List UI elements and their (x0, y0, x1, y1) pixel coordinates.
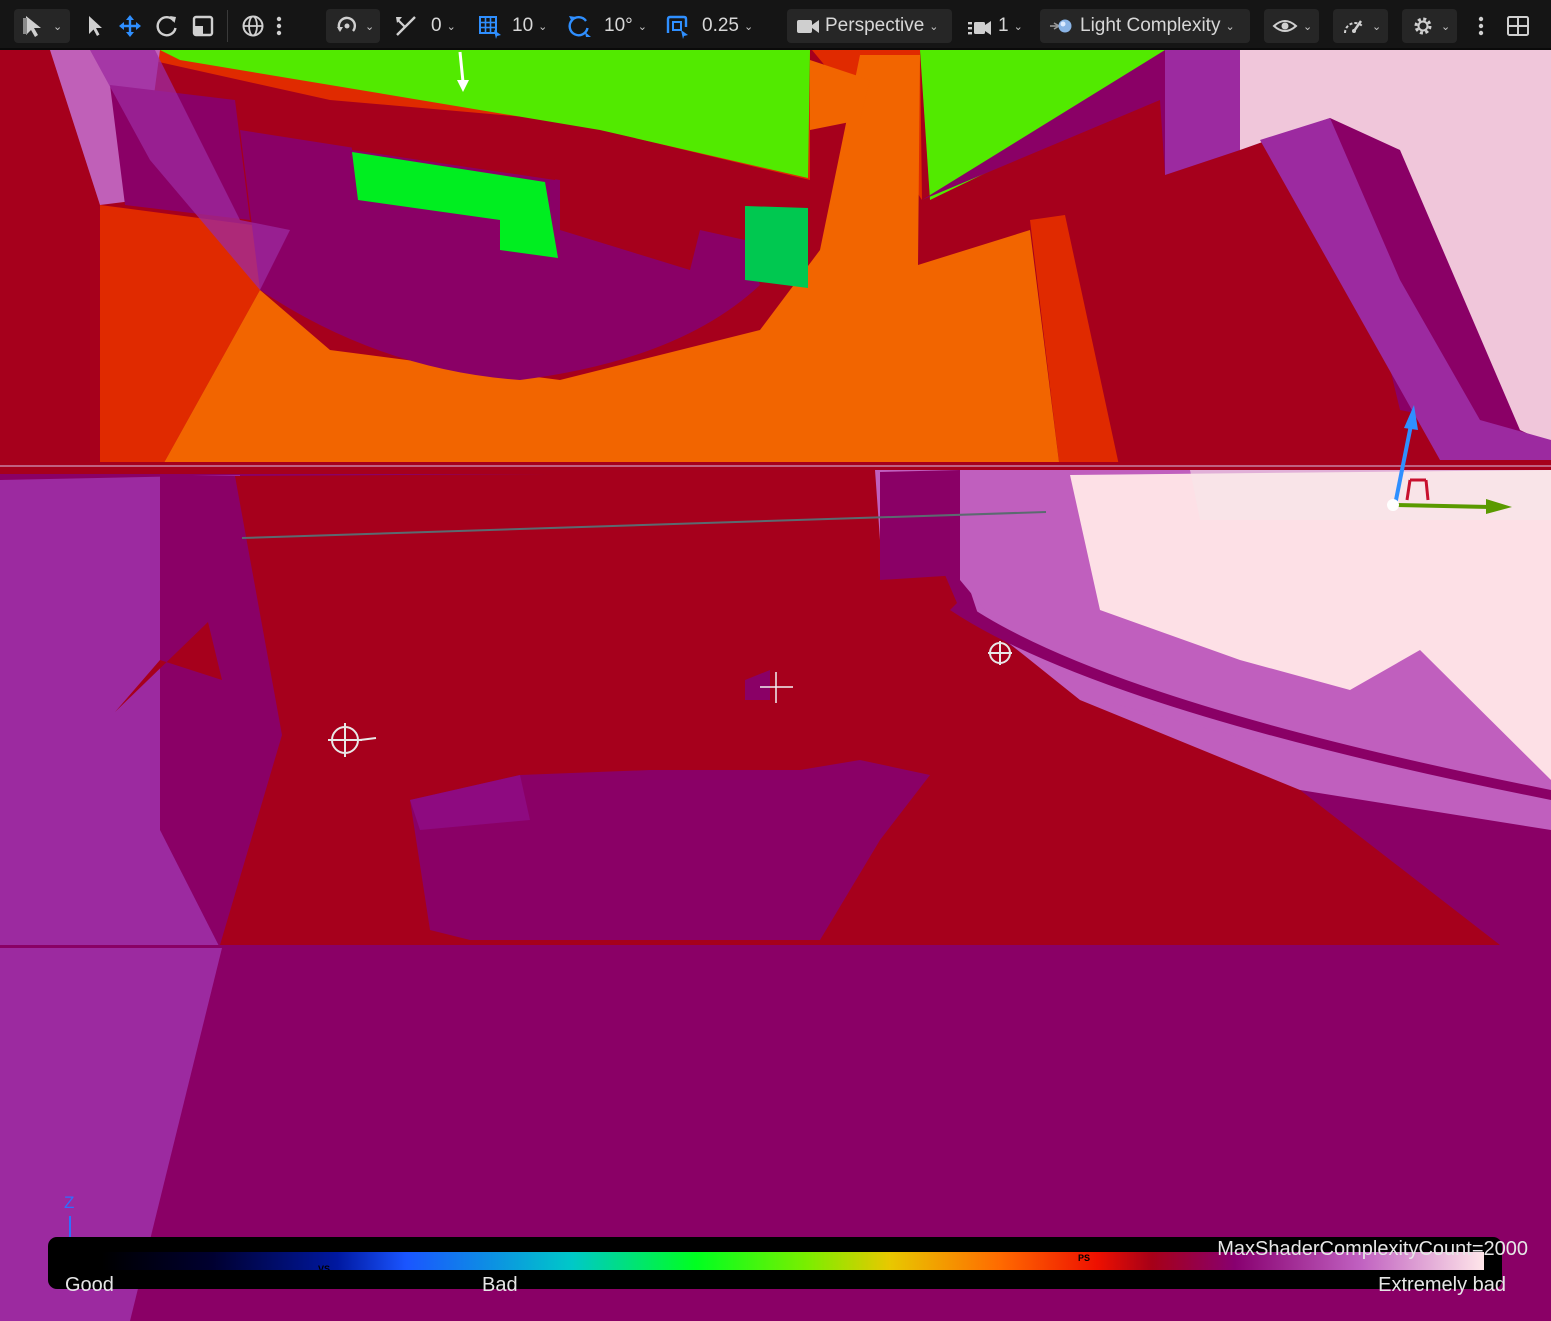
scale-snap-value: 0.25 (702, 15, 739, 36)
surface-snap-icon (334, 13, 360, 39)
camera-speed-icon (966, 13, 994, 39)
world-local-toggle[interactable] (240, 9, 266, 43)
rotate-tool-button[interactable] (154, 9, 180, 43)
performance-icon (1341, 13, 1367, 39)
surface-snap-dropdown[interactable]: ⌄ (326, 9, 380, 43)
rotation-snap-value: 10° (604, 15, 633, 36)
chevron-down-icon: ⌄ (1441, 20, 1451, 33)
select-arrow-icon (84, 13, 106, 39)
vs-marker: VS (318, 1264, 331, 1274)
show-flags-eye-icon (1272, 13, 1298, 39)
location-snap-icon (476, 13, 502, 39)
chevron-down-icon: ⌄ (637, 20, 647, 33)
select-mode-dropdown[interactable]: ⌄ (14, 9, 70, 43)
extremely-bad-label: Extremely bad (1378, 1274, 1506, 1296)
more-options-icon (272, 13, 286, 39)
chevron-down-icon: ⌄ (446, 20, 456, 33)
layout-icon (1505, 13, 1531, 39)
location-snap-dropdown[interactable]: 10 ⌄ (476, 9, 547, 43)
grid-snap-value: 0 (431, 15, 442, 36)
toolbar-separator (227, 10, 228, 42)
view-mode-dropdown[interactable]: Light Complexity ⌄ (1040, 9, 1250, 43)
settings-gear-icon (1410, 13, 1436, 39)
bad-label: Bad (482, 1274, 518, 1296)
select-mode-icon (22, 13, 48, 39)
rotate-icon (154, 13, 180, 39)
chevron-down-icon: ⌄ (538, 20, 548, 33)
max-shader-complexity-label: MaxShaderComplexityCount=2000 (1217, 1238, 1528, 1260)
chevron-down-icon: ⌄ (53, 20, 63, 33)
light-complexity-icon (1048, 13, 1076, 39)
axis-z-label: Z (64, 1193, 75, 1212)
ps-marker: PS (1078, 1253, 1091, 1263)
world-local-icon (240, 13, 266, 39)
settings-dropdown[interactable]: ⌄ (1402, 9, 1457, 43)
viewport-layout-button[interactable] (1505, 9, 1531, 43)
perspective-view-dropdown[interactable]: Perspective ⌄ (787, 9, 952, 43)
chevron-down-icon: ⌄ (1225, 20, 1235, 33)
grid-snap-dropdown[interactable]: 0 ⌄ (393, 9, 456, 43)
chevron-down-icon: ⌄ (1013, 20, 1023, 33)
rotation-snap-dropdown[interactable]: 10° ⌄ (566, 9, 647, 43)
scene-geometry (0, 50, 1551, 1321)
chevron-down-icon: ⌄ (1303, 20, 1313, 33)
performance-dropdown[interactable]: ⌄ (1333, 9, 1388, 43)
translate-icon (117, 13, 143, 39)
viewport-scene[interactable] (0, 50, 1551, 1321)
chevron-down-icon: ⌄ (743, 20, 754, 33)
show-flags-dropdown[interactable]: ⌄ (1264, 9, 1319, 43)
chevron-down-icon: ⌄ (1372, 20, 1382, 33)
camera-speed-dropdown[interactable]: 1 ⌄ (966, 9, 1023, 43)
scale-snap-icon (664, 13, 690, 39)
location-snap-value: 10 (512, 15, 534, 36)
more-options-button[interactable] (272, 9, 286, 43)
view-mode-label: Perspective (825, 15, 925, 36)
good-label: Good (65, 1274, 114, 1296)
chevron-down-icon: ⌄ (929, 20, 939, 33)
scale-snap-dropdown[interactable]: 0.25 ⌄ (664, 9, 753, 43)
rotation-snap-icon (566, 13, 592, 39)
camera-speed-value: 1 (998, 15, 1009, 36)
select-tool-button[interactable] (84, 9, 106, 43)
camera-icon (795, 13, 821, 39)
more-options-icon (1474, 13, 1488, 39)
shader-complexity-legend: VS PS MaxShaderComplexityCount=2000 Good… (48, 1237, 1528, 1296)
scale-tool-button[interactable] (190, 9, 216, 43)
view-mode-shader-label: Light Complexity (1080, 15, 1221, 36)
chevron-down-icon: ⌄ (365, 20, 375, 33)
translate-tool-button[interactable] (117, 9, 143, 43)
scale-icon (190, 13, 216, 39)
more-viewport-options-button[interactable] (1474, 9, 1488, 43)
grid-snap-icon (393, 13, 421, 39)
viewport-toolbar: ⌄ ⌄ 0⌄ 10⌄ 10°⌄ 0.25⌄ Perspective⌄ (0, 0, 1551, 50)
